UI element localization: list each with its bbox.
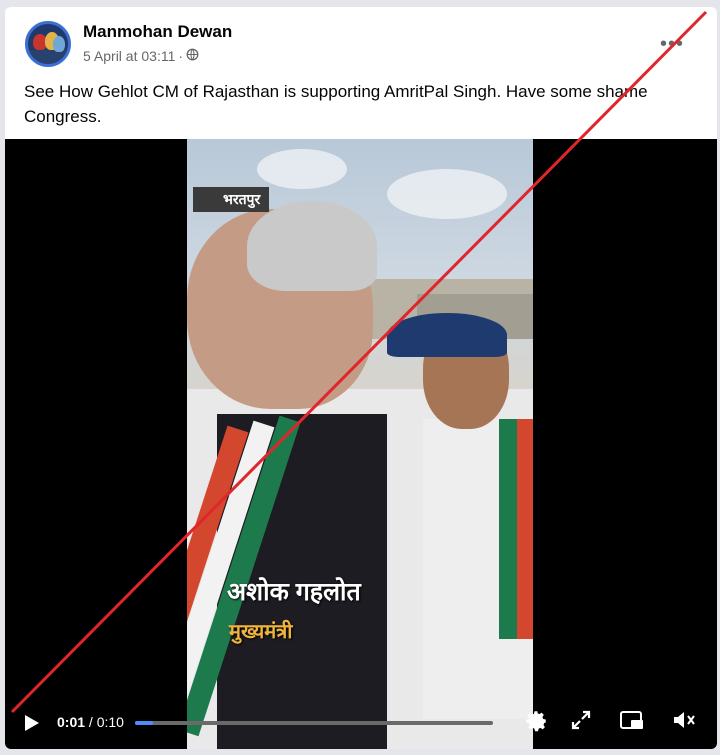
post-timestamp[interactable]: 5 April at 03:11	[83, 48, 175, 64]
video-frame: भरतपुर अशोक गहलोत मुख्यमंत्री	[187, 139, 533, 749]
post-card: Manmohan Dewan 5 April at 03:11 · ••• Se…	[5, 7, 717, 749]
play-icon[interactable]	[20, 712, 42, 734]
mute-icon[interactable]	[671, 708, 699, 736]
video-player[interactable]: भरतपुर अशोक गहलोत मुख्यमंत्री 0:01 / 0:1…	[5, 139, 717, 749]
settings-icon[interactable]	[523, 708, 551, 736]
picture-in-picture-icon[interactable]	[619, 708, 647, 736]
duration: 0:10	[96, 714, 124, 730]
post-meta: 5 April at 03:11 ·	[83, 48, 199, 64]
video-place-label: भरतपुर	[193, 187, 270, 212]
progress-bar[interactable]	[135, 721, 493, 725]
time-separator: /	[85, 714, 97, 730]
meta-separator: ·	[178, 48, 184, 64]
post-caption: See How Gehlot CM of Rajasthan is suppor…	[24, 82, 648, 126]
video-controls: 0:01 / 0:10	[5, 694, 717, 749]
more-options-button[interactable]: •••	[660, 33, 684, 56]
author-avatar[interactable]	[25, 21, 71, 67]
video-role-label: मुख्यमंत्री	[229, 621, 293, 643]
video-name-label: अशोक गहलोत	[227, 578, 361, 606]
progress-fill	[135, 721, 153, 725]
expand-icon[interactable]	[569, 708, 597, 736]
time-display: 0:01 / 0:10	[57, 714, 124, 730]
author-name[interactable]: Manmohan Dewan	[83, 22, 232, 42]
current-time: 0:01	[57, 714, 86, 730]
globe-icon	[186, 48, 199, 64]
